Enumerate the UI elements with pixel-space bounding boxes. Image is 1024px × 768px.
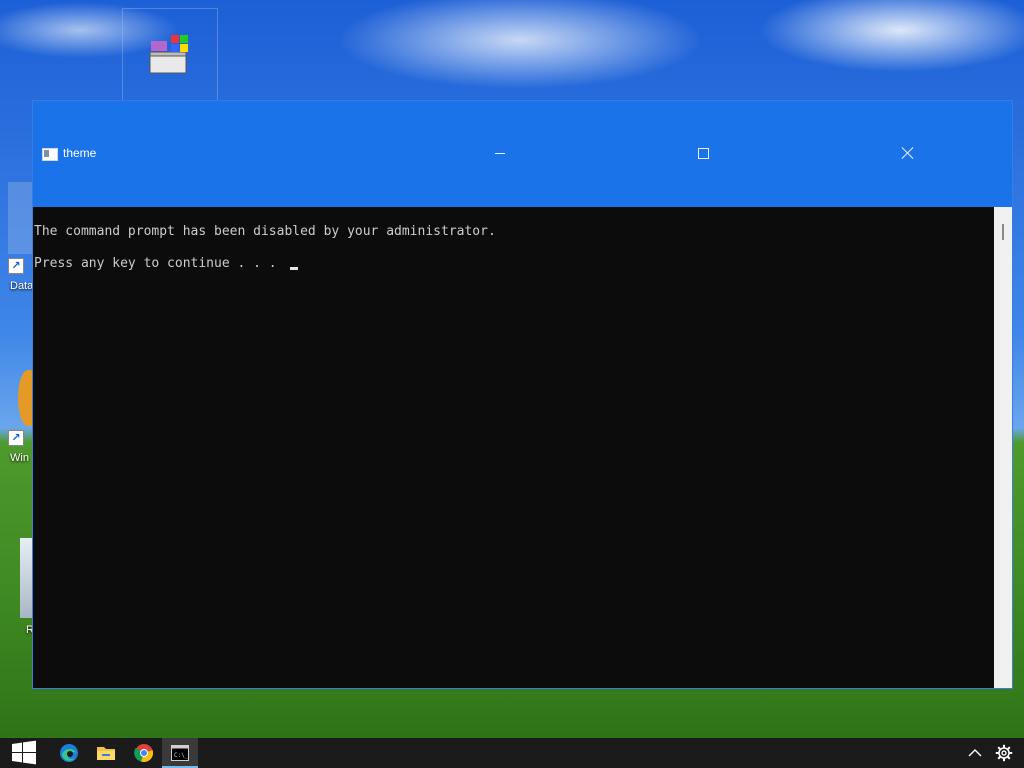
gear-icon <box>995 744 1013 762</box>
text-cursor <box>290 267 298 270</box>
desktop-icon-label: Data <box>10 280 34 292</box>
minimize-button[interactable] <box>477 133 523 173</box>
recycle-bin[interactable]: R <box>0 530 34 640</box>
maximize-icon <box>697 147 709 159</box>
chrome-icon <box>134 744 154 763</box>
close-icon <box>902 147 914 159</box>
windows-installer-icon[interactable] <box>122 8 218 102</box>
taskbar-chrome[interactable] <box>126 738 162 768</box>
chevron-up-icon <box>968 749 982 757</box>
taskbar-command-prompt[interactable]: C:\_ <box>162 738 198 768</box>
start-button[interactable] <box>5 738 43 768</box>
settings-button[interactable] <box>990 738 1018 768</box>
shortcut-arrow-icon: ↗ <box>8 430 24 446</box>
close-button[interactable] <box>885 133 931 173</box>
win-shortcut[interactable]: ↗ Win <box>0 360 38 470</box>
maximize-button[interactable] <box>680 133 726 173</box>
data-shortcut[interactable]: ↗ Data <box>0 180 34 295</box>
folder-icon <box>97 747 115 760</box>
desktop-icon-label: Win <box>10 452 29 464</box>
taskbar: C:\_ <box>0 738 1024 768</box>
vertical-scrollbar[interactable] <box>994 207 1012 688</box>
cmd-icon: C:\_ <box>171 745 189 761</box>
taskbar-edge[interactable] <box>51 738 87 768</box>
recycle-bin-icon <box>20 538 34 618</box>
windows-logo-icon <box>12 740 36 765</box>
window-title: theme <box>63 146 97 160</box>
console-line: The command prompt has been disabled by … <box>34 224 496 239</box>
console-app-icon[interactable] <box>42 148 58 161</box>
title-bar[interactable]: theme <box>33 101 1012 207</box>
shortcut-arrow-icon: ↗ <box>8 258 24 274</box>
console-output[interactable]: The command prompt has been disabled by … <box>33 207 994 688</box>
show-hidden-icons-button[interactable] <box>962 738 988 768</box>
taskbar-file-explorer[interactable] <box>88 738 124 768</box>
svg-text:C:\_: C:\_ <box>174 752 189 759</box>
console-line: Press any key to continue . . . <box>34 256 285 271</box>
minimize-icon <box>495 152 505 154</box>
scrollbar-thumb[interactable] <box>1002 224 1004 240</box>
shortcut-image <box>8 182 34 254</box>
edge-icon <box>60 744 78 762</box>
console-window[interactable]: theme The command prompt has been disabl… <box>33 101 1012 688</box>
